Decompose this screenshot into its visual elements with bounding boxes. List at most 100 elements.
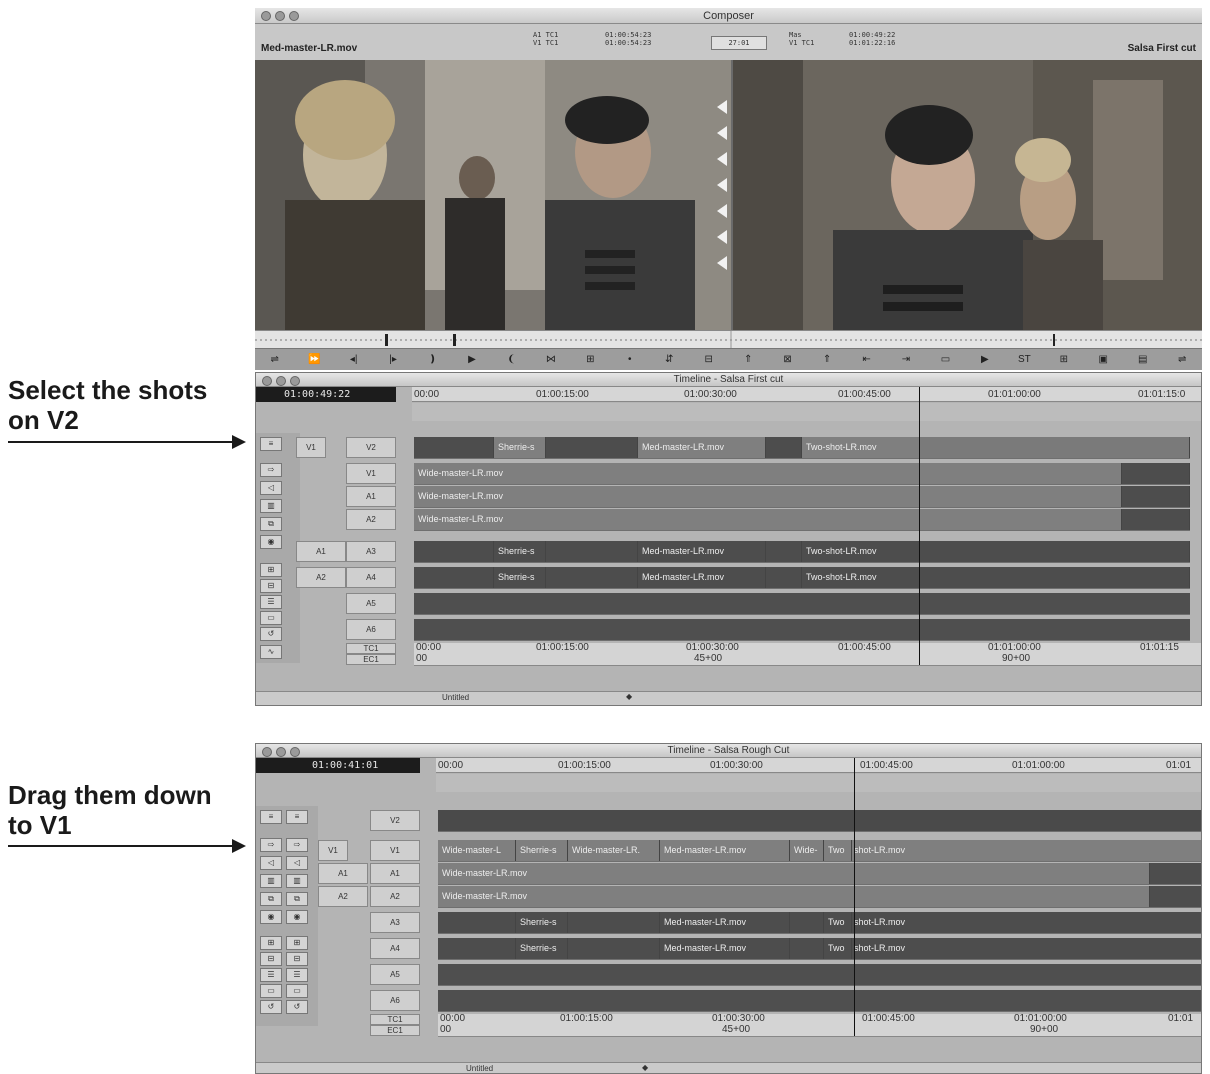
focus-icon[interactable]: ⇨	[260, 463, 282, 477]
toggle-icon[interactable]: ⊟	[286, 952, 308, 966]
track-icon[interactable]: ⊞	[260, 936, 282, 950]
extract-icon[interactable]: ⊠	[778, 354, 798, 365]
record-icon[interactable]: ◉	[260, 535, 282, 549]
clip-sherrie[interactable]: Sherrie-s	[516, 938, 568, 959]
tool-icon[interactable]: ⇌	[1172, 354, 1192, 365]
track-source-v1[interactable]: V1	[318, 840, 348, 861]
track-a4[interactable]: Sherrie-s Med-master-LR.mov Two-shot-LR.…	[414, 567, 1190, 589]
st-button-icon[interactable]: ST	[1014, 354, 1034, 365]
close-window-button[interactable]	[261, 11, 271, 21]
mark-out-icon[interactable]: ❫	[423, 354, 443, 365]
menu-icon[interactable]: ☰	[286, 968, 308, 982]
clear-marks-icon[interactable]: ⊞	[580, 354, 600, 365]
record-icon[interactable]: ◉	[286, 910, 308, 924]
focus-icon[interactable]: ⇨	[286, 838, 308, 852]
menu-icon[interactable]: ☰	[260, 595, 282, 609]
track-label-tc1[interactable]: TC1	[346, 643, 396, 654]
window-icon[interactable]: ▤	[1133, 354, 1153, 365]
track-a6[interactable]	[414, 619, 1190, 641]
track-source-a2[interactable]: A2	[318, 886, 368, 907]
source-monitor[interactable]	[255, 60, 731, 330]
dot-icon[interactable]: •	[620, 354, 640, 365]
track-label-a4[interactable]: A4	[346, 567, 396, 588]
track-label-a3[interactable]: A3	[370, 912, 420, 933]
focus-icon[interactable]: ⇨	[260, 838, 282, 852]
track-v2[interactable]	[438, 810, 1201, 832]
mark-clip-icon[interactable]: ⋈	[541, 354, 561, 365]
waveform-icon[interactable]: ∿	[260, 645, 282, 659]
filmstrip-icon[interactable]: ▭	[260, 611, 282, 625]
track-a2[interactable]: Wide-master-LR.mov	[438, 886, 1201, 908]
track-source-a2[interactable]: A2	[296, 567, 346, 588]
trim-right-icon[interactable]: ⇥	[896, 354, 916, 365]
clip-med-master[interactable]: Med-master-LR.mov	[660, 840, 790, 861]
undo-icon[interactable]: ↺	[260, 1000, 282, 1014]
track-label-a1[interactable]: A1	[370, 863, 420, 884]
copy-icon[interactable]: ⧉	[286, 892, 308, 906]
clip-two-shot[interactable]: shot-LR.mov	[852, 840, 1201, 861]
close-window-button[interactable]	[262, 376, 272, 386]
copy-icon[interactable]: ⧉	[260, 892, 282, 906]
clip-wide-master[interactable]: Wide-master-LR.	[568, 840, 660, 861]
track-a3[interactable]: Sherrie-s Med-master-LR.mov Two shot-LR.…	[438, 912, 1201, 934]
clip-wide-master[interactable]: Wide-master-LR.mov	[414, 486, 1122, 507]
track-label-a4[interactable]: A4	[370, 938, 420, 959]
track-label-a5[interactable]: A5	[370, 964, 420, 985]
clip-med-master[interactable]: Med-master-LR.mov	[638, 567, 766, 588]
track-a4[interactable]: Sherrie-s Med-master-LR.mov Two shot-LR.…	[438, 938, 1201, 960]
menu-icon[interactable]: ☰	[260, 968, 282, 982]
step-forward-icon[interactable]: |▸	[383, 354, 403, 365]
track-label-ec1[interactable]: EC1	[346, 654, 396, 665]
grid-icon[interactable]: ⊞	[1054, 354, 1074, 365]
track-label-a3[interactable]: A3	[346, 541, 396, 562]
segment-mode-icon[interactable]: ≡	[260, 437, 282, 451]
track-a1[interactable]: Wide-master-LR.mov	[438, 863, 1201, 885]
play-icon[interactable]: ▶	[975, 354, 995, 365]
record-monitor[interactable]	[733, 60, 1202, 330]
zoom-window-button[interactable]	[289, 11, 299, 21]
record-sequence-name[interactable]: Salsa First cut	[1128, 43, 1196, 54]
clip-icon[interactable]: ▥	[260, 874, 282, 888]
timeline-playhead[interactable]	[919, 387, 920, 665]
clip-two-shot[interactable]: Two	[824, 938, 852, 959]
track-label-a6[interactable]: A6	[370, 990, 420, 1011]
clip-two-shot[interactable]: Two	[824, 840, 852, 861]
timeline-playhead[interactable]	[854, 758, 855, 1036]
segment-mode-icon[interactable]: ≡	[260, 810, 282, 824]
clip-two-shot[interactable]: Two-shot-LR.mov	[802, 437, 920, 458]
audio-icon[interactable]: ◁	[260, 481, 282, 495]
clip-sherrie[interactable]: Sherrie-s	[494, 567, 546, 588]
clip-med-master[interactable]: Med-master-LR.mov	[660, 912, 790, 933]
track-label-v2[interactable]: V2	[346, 437, 396, 458]
track-a2[interactable]: Wide-master-LR.mov	[414, 509, 1190, 531]
audio-icon[interactable]: ◁	[286, 856, 308, 870]
track-icon[interactable]: ⊞	[286, 936, 308, 950]
track-a3[interactable]: Sherrie-s Med-master-LR.mov Two-shot-LR.…	[414, 541, 1190, 563]
track-a6[interactable]	[438, 990, 1201, 1012]
timeline-view-name[interactable]: Untitled	[442, 693, 469, 702]
clip-wide-master[interactable]: Wide-master-LR.mov	[414, 509, 1122, 530]
filmstrip-icon[interactable]: ▭	[935, 354, 955, 365]
splice-icon[interactable]: ⇵	[659, 354, 679, 365]
clip-two-shot[interactable]: Two-shot-LR.mov	[802, 567, 1190, 588]
mark-in-icon[interactable]: ❨	[501, 354, 521, 365]
track-a1[interactable]: Wide-master-LR.mov	[414, 486, 1190, 508]
play-icon[interactable]: ▶	[462, 354, 482, 365]
close-window-button[interactable]	[262, 747, 272, 757]
segment-mode-icon[interactable]: ≡	[286, 810, 308, 824]
clip-two-shot[interactable]: shot-LR.mov	[852, 938, 1201, 959]
clip-med-master[interactable]: Med-master-LR.mov	[660, 938, 790, 959]
track-source-a1[interactable]: A1	[296, 541, 346, 562]
trim-left-icon[interactable]: ⇤	[857, 354, 877, 365]
copy-icon[interactable]: ⧉	[260, 517, 282, 531]
zoom-window-button[interactable]	[290, 376, 300, 386]
zoom-window-button[interactable]	[290, 747, 300, 757]
monitor-icon[interactable]: ▣	[1093, 354, 1113, 365]
timeline-view-name[interactable]: Untitled	[466, 1064, 493, 1073]
track-v1[interactable]: Wide-master-LR.mov	[414, 463, 1190, 485]
clip-med-master[interactable]: Med-master-LR.mov	[638, 437, 766, 458]
track-icon[interactable]: ⊞	[260, 563, 282, 577]
undo-icon[interactable]: ↺	[260, 627, 282, 641]
track-source-a1[interactable]: A1	[318, 863, 368, 884]
minimize-window-button[interactable]	[275, 11, 285, 21]
